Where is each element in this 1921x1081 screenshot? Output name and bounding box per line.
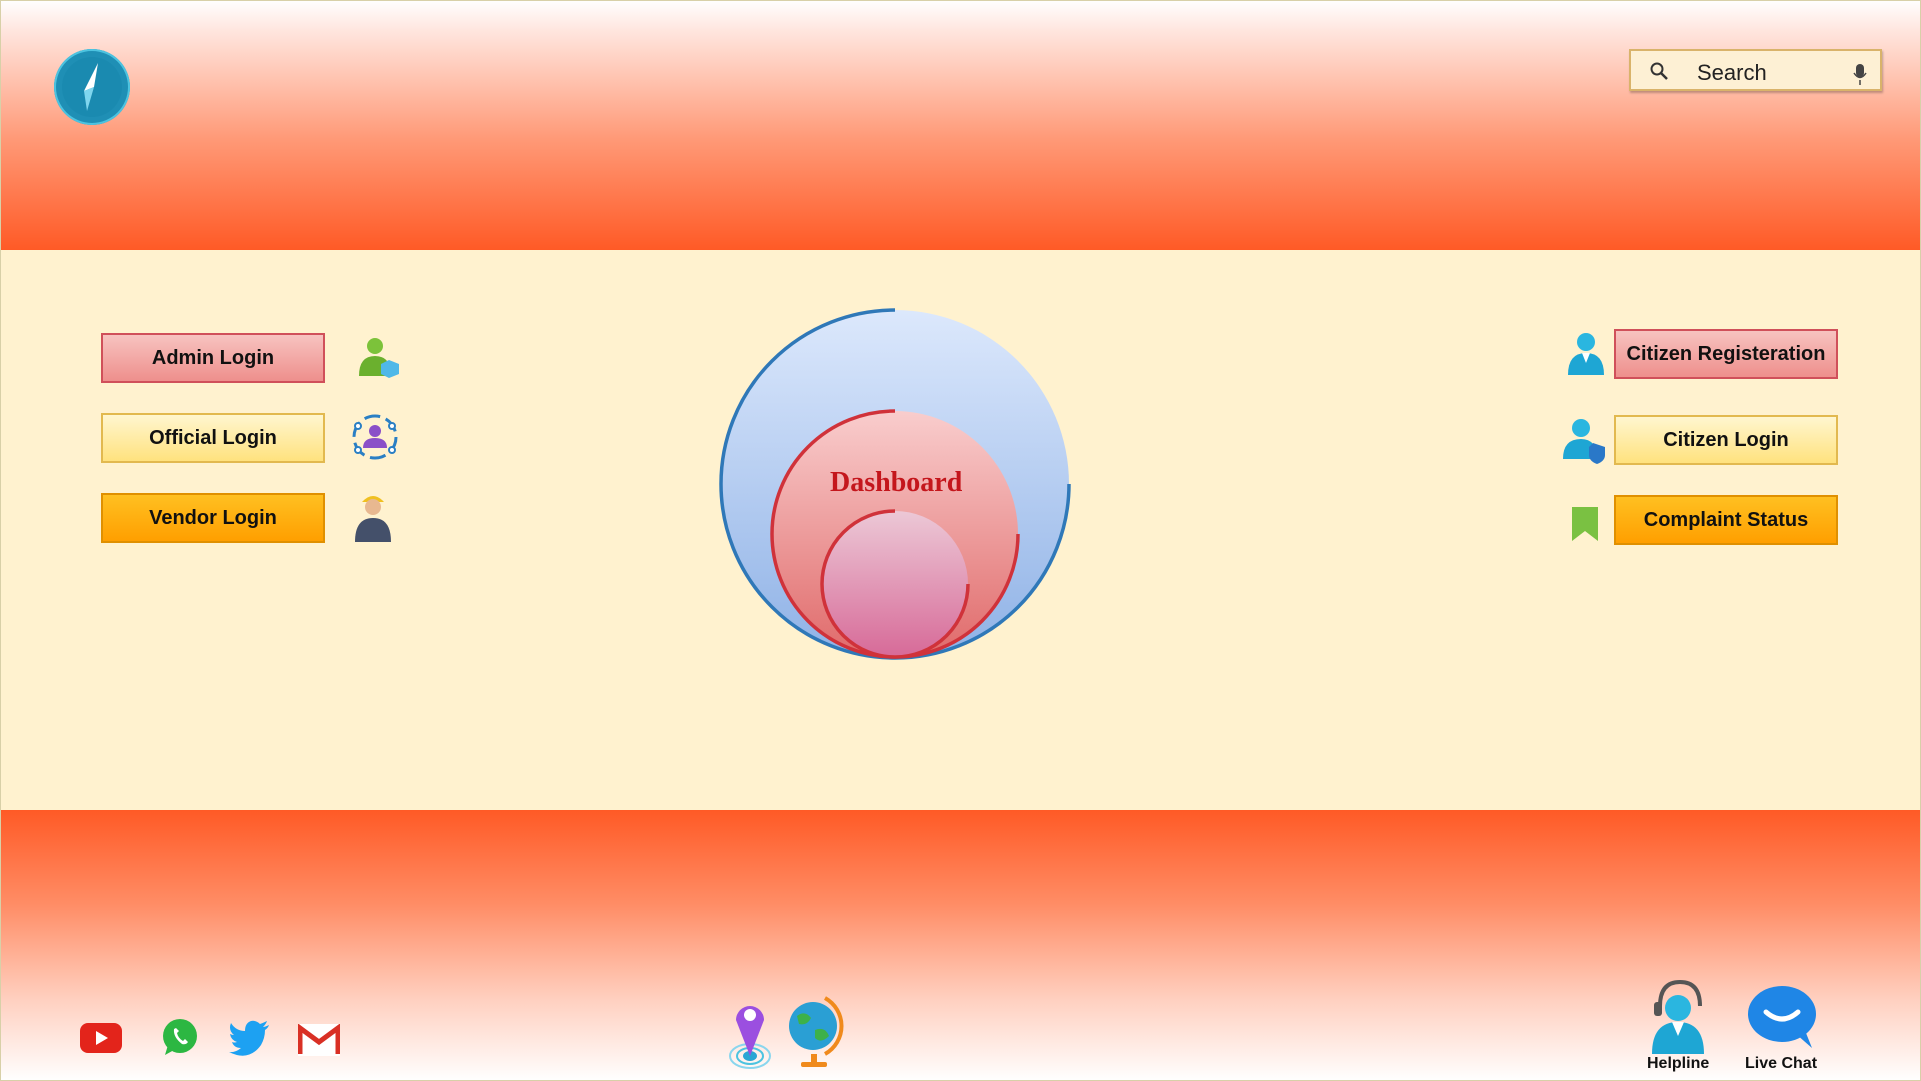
live-chat-label[interactable]: Live Chat — [1745, 1055, 1817, 1073]
search-box[interactable]: Search — [1629, 49, 1882, 91]
compass-icon[interactable] — [54, 49, 130, 125]
helpline-agent-icon[interactable] — [1648, 978, 1708, 1054]
gmail-icon[interactable] — [298, 1024, 340, 1056]
citizen-user-icon — [1568, 333, 1604, 375]
location-pin-icon[interactable] — [728, 998, 772, 1070]
citizen-login-button[interactable]: Citizen Login — [1614, 415, 1838, 465]
microphone-icon[interactable] — [1853, 64, 1867, 86]
citizen-shield-icon — [1563, 419, 1605, 464]
complaint-status-button[interactable]: Complaint Status — [1614, 495, 1838, 545]
dashboard-label[interactable]: Dashboard — [830, 467, 962, 499]
bookmark-icon — [1572, 507, 1598, 541]
citizen-registration-button[interactable]: Citizen Registeration — [1614, 329, 1838, 379]
youtube-icon[interactable] — [80, 1023, 122, 1053]
vendor-worker-icon — [355, 496, 391, 542]
admin-user-icon — [359, 338, 399, 378]
vendor-login-button[interactable]: Vendor Login — [101, 493, 325, 543]
search-icon — [1650, 62, 1668, 80]
helpline-label[interactable]: Helpline — [1647, 1055, 1709, 1073]
globe-icon[interactable] — [785, 996, 845, 1070]
official-user-icon — [352, 414, 398, 460]
admin-login-button[interactable]: Admin Login — [101, 333, 325, 383]
search-input[interactable]: Search — [1697, 60, 1767, 86]
official-login-button[interactable]: Official Login — [101, 413, 325, 463]
whatsapp-icon[interactable] — [160, 1017, 200, 1057]
chat-bubble-icon[interactable] — [1746, 984, 1818, 1050]
twitter-icon[interactable] — [229, 1020, 271, 1056]
